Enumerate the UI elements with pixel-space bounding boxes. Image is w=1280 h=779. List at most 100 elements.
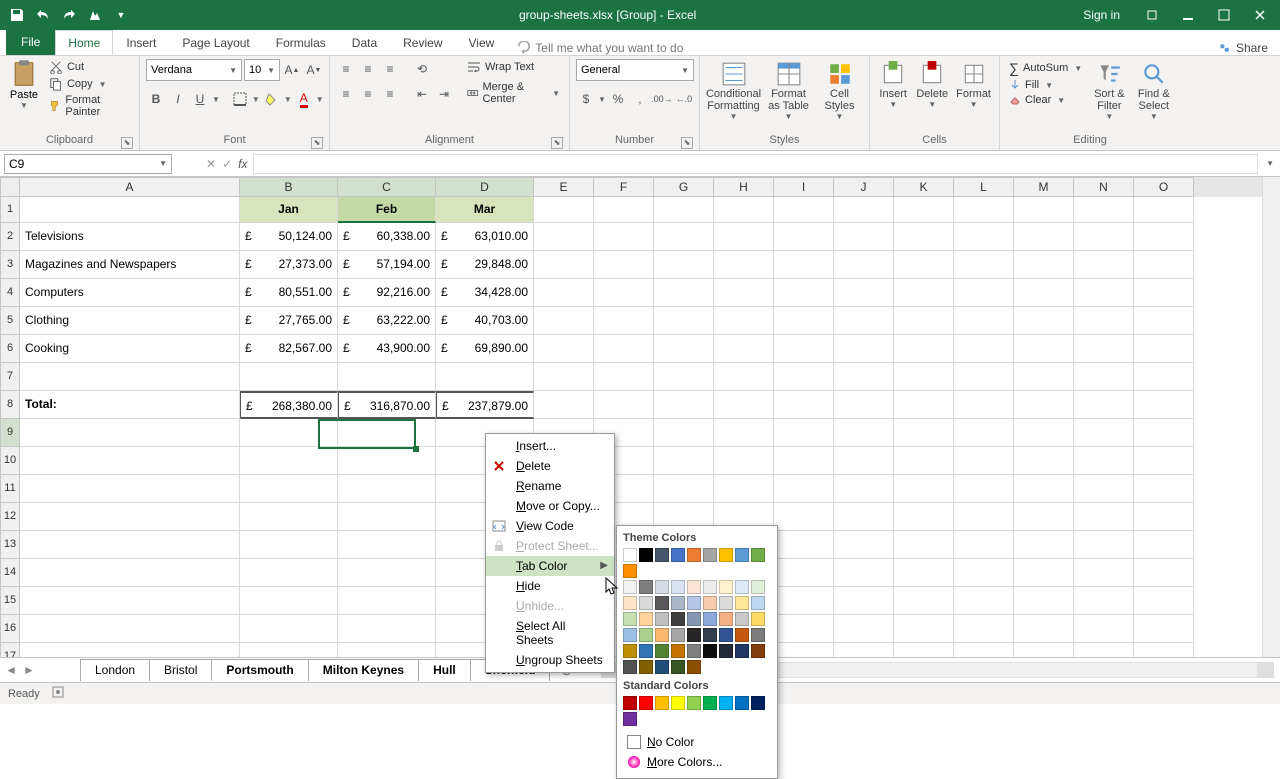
conditional-formatting-button[interactable]: Conditional Formatting▼ [706,59,761,123]
select-all-cells[interactable] [0,177,20,197]
minimize-icon[interactable] [1174,1,1202,29]
row-header-16[interactable]: 16 [0,615,20,643]
row-header-9[interactable]: 9 [0,419,20,447]
sheet-nav-next-icon[interactable]: ► [23,663,35,677]
category-label[interactable]: Televisions [20,223,240,251]
color-swatch[interactable] [623,644,637,658]
cell-styles-button[interactable]: Cell Styles▼ [816,59,863,123]
cm-select-all-sheets[interactable]: Select All Sheets [486,616,614,650]
cm-view-code[interactable]: View Code [486,516,614,536]
category-label[interactable]: Cooking [20,335,240,363]
share-button[interactable]: Share [1218,41,1268,55]
color-swatch[interactable] [719,628,733,642]
color-swatch[interactable] [719,580,733,594]
clear-button[interactable]: Clear▼ [1006,93,1085,107]
month-header[interactable]: Feb [338,197,436,223]
col-header-B[interactable]: B [240,177,338,197]
color-swatch[interactable] [719,548,733,562]
data-cell[interactable]: £40,703.00 [436,307,534,335]
color-swatch[interactable] [735,596,749,610]
color-swatch[interactable] [703,580,717,594]
color-swatch[interactable] [639,644,653,658]
color-swatch[interactable] [751,580,765,594]
cut-button[interactable]: Cut [46,59,133,75]
tab-home[interactable]: Home [55,30,113,55]
copy-button[interactable]: Copy▼ [46,76,133,92]
autosum-button[interactable]: ∑AutoSum▼ [1006,59,1085,77]
accounting-format-icon[interactable]: $ [576,89,596,109]
color-swatch[interactable] [687,580,701,594]
sheet-tab-portsmouth[interactable]: Portsmouth [211,659,308,681]
category-label[interactable]: Computers [20,279,240,307]
color-swatch[interactable] [655,696,669,710]
sheet-tab-hull[interactable]: Hull [418,659,471,681]
total-cell[interactable]: £316,870.00 [338,391,436,419]
align-left-icon[interactable]: ≡ [336,84,356,104]
color-swatch[interactable] [623,712,637,726]
data-cell[interactable]: £57,194.00 [338,251,436,279]
sheet-nav-prev-icon[interactable]: ◄ [5,663,17,677]
col-header-A[interactable]: A [20,177,240,197]
name-box[interactable]: C9▼ [4,154,172,174]
color-swatch[interactable] [719,644,733,658]
row-header-3[interactable]: 3 [0,251,20,279]
col-header-K[interactable]: K [894,177,954,197]
total-label[interactable]: Total: [20,391,240,419]
row-header-13[interactable]: 13 [0,531,20,559]
data-cell[interactable]: £27,765.00 [240,307,338,335]
tab-formulas[interactable]: Formulas [263,30,339,55]
color-swatch[interactable] [719,612,733,626]
color-swatch[interactable] [687,596,701,610]
cells-insert-button[interactable]: Insert▼ [876,59,910,111]
color-swatch[interactable] [623,628,637,642]
color-swatch[interactable] [751,596,765,610]
data-cell[interactable]: £34,428.00 [436,279,534,307]
data-cell[interactable]: £50,124.00 [240,223,338,251]
color-swatch[interactable] [655,612,669,626]
touch-mode-icon[interactable] [84,4,106,26]
paste-button[interactable]: Paste ▼ [6,59,42,110]
color-swatch[interactable] [655,660,669,674]
tell-me-search[interactable]: Tell me what you want to do [517,41,683,55]
color-swatch[interactable] [687,612,701,626]
format-as-table-button[interactable]: Format as Table▼ [765,59,812,123]
sheet-tab-bristol[interactable]: Bristol [149,659,212,681]
tab-file[interactable]: File [6,29,55,55]
color-swatch[interactable] [671,696,685,710]
color-swatch[interactable] [703,696,717,710]
data-cell[interactable]: £29,848.00 [436,251,534,279]
align-middle-icon[interactable]: ≡ [358,59,378,79]
color-swatch[interactable] [671,644,685,658]
tab-insert[interactable]: Insert [113,30,169,55]
close-icon[interactable] [1246,1,1274,29]
data-cell[interactable]: £27,373.00 [240,251,338,279]
tab-page-layout[interactable]: Page Layout [169,30,262,55]
cm-hide[interactable]: Hide [486,576,614,596]
data-cell[interactable]: £69,890.00 [436,335,534,363]
data-cell[interactable]: £63,222.00 [338,307,436,335]
color-swatch[interactable] [735,628,749,642]
color-swatch[interactable] [687,696,701,710]
color-swatch[interactable] [751,612,765,626]
no-color-option[interactable]: No Color [623,732,771,752]
color-swatch[interactable] [687,628,701,642]
comma-format-icon[interactable]: , [630,89,650,109]
cells-format-button[interactable]: Format▼ [954,59,993,111]
bold-icon[interactable]: B [146,89,166,109]
sign-in-link[interactable]: Sign in [1083,8,1120,22]
color-swatch[interactable] [703,628,717,642]
color-swatch[interactable] [751,696,765,710]
color-swatch[interactable] [623,660,637,674]
data-cell[interactable]: £63,010.00 [436,223,534,251]
color-swatch[interactable] [703,612,717,626]
color-swatch[interactable] [623,596,637,610]
row-header-6[interactable]: 6 [0,335,20,363]
tab-view[interactable]: View [456,30,508,55]
cm-move-copy[interactable]: Move or Copy... [486,496,614,516]
font-color-icon[interactable]: A [294,89,314,109]
color-swatch[interactable] [687,660,701,674]
category-label[interactable]: Magazines and Newspapers [20,251,240,279]
font-name-combo[interactable]: Verdana▼ [146,59,242,81]
orientation-icon[interactable]: ⟲ [412,59,432,79]
color-swatch[interactable] [719,696,733,710]
